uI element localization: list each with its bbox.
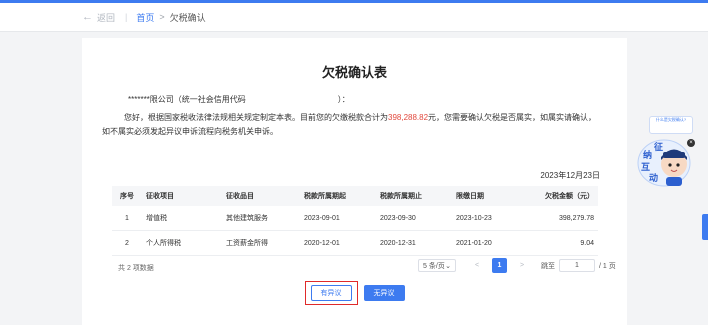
no-dispute-button[interactable]: 无异议 <box>363 285 405 301</box>
greeting-line: *******限公司（统一社会信用代码 ）： <box>128 94 350 105</box>
notice-text-before: 您好，根据国家税收法律法规相关规定制定本表。目前您的欠缴税款合计为 <box>124 113 388 122</box>
mascot-text-char: 征 <box>654 141 663 152</box>
back-label: 返回 <box>97 12 116 23</box>
breadcrumb: ← 返回 | 首页 > 欠税确认 <box>0 3 708 32</box>
chat-bubble[interactable]: 什么是欠税确认? <box>649 116 693 134</box>
jump-label: 跳至 <box>541 262 555 270</box>
breadcrumb-divider: | <box>125 12 128 22</box>
current-page-button[interactable]: 1 <box>492 258 507 273</box>
breadcrumb-home-link[interactable]: 首页 <box>136 11 154 24</box>
total-owed-amount: 398,288.82 <box>388 113 429 122</box>
cell-period-end: 2020-12-31 <box>376 230 452 256</box>
breadcrumb-separator: > <box>159 12 165 22</box>
confirmation-card: 欠税确认表 *******限公司（统一社会信用代码 ）： 您好，根据国家税收法律法… <box>82 38 627 325</box>
table-row: 1 增值税 其他建筑服务 2023-09-01 2023-09-30 2023-… <box>112 206 598 231</box>
prev-page-button[interactable]: < <box>470 262 484 269</box>
next-page-button[interactable]: > <box>515 262 529 269</box>
mascot-close-icon[interactable]: × <box>687 139 695 147</box>
total-count: 共 2 项数据 <box>118 265 154 272</box>
cell-due-date: 2023-10-23 <box>452 206 524 231</box>
chevron-down-icon: ⌄ <box>445 262 451 270</box>
col-header: 税款所属期止 <box>376 186 452 206</box>
notice-paragraph: 您好，根据国家税收法律法规相关规定制定本表。目前您的欠缴税款合计为398,288… <box>102 111 602 139</box>
cell-amount: 398,279.78 <box>524 206 598 231</box>
page-jumper: 跳至 1 / 1 页 <box>541 259 616 272</box>
back-arrow-icon: ← <box>82 11 93 23</box>
cell-levy-category: 工资薪金所得 <box>222 230 300 256</box>
col-header: 限缴日期 <box>452 186 524 206</box>
table-row: 2 个人所得税 工资薪金所得 2020-12-01 2020-12-31 202… <box>112 230 598 256</box>
col-header: 征收项目 <box>142 186 222 206</box>
cell-amount: 9.04 <box>524 230 598 256</box>
greeting-close: ）： <box>337 95 350 104</box>
page-size-value: 5 条/页 <box>423 262 445 270</box>
chat-bubble-text: 什么是欠税确认? <box>655 117 687 122</box>
cell-due-date: 2021-01-20 <box>452 230 524 256</box>
side-edge-tab[interactable] <box>702 214 708 240</box>
breadcrumb-current: 欠税确认 <box>169 12 206 23</box>
highlight-box: 有异议 <box>304 281 358 305</box>
mascot-text-char: 动 <box>649 173 658 183</box>
back-button[interactable]: ← 返回 <box>82 11 115 24</box>
col-header: 征收品目 <box>222 186 300 206</box>
greeting-company: *******限公司（统一社会信用代码 <box>128 95 246 104</box>
mascot-text-char: 互 <box>641 162 650 172</box>
action-bar: 有异议 无异议 <box>82 281 627 305</box>
dispute-button[interactable]: 有异议 <box>310 285 352 301</box>
cell-levy-item: 个人所得税 <box>142 230 222 256</box>
cell-index: 1 <box>112 206 142 231</box>
table-header-row: 序号 征收项目 征收品目 税款所属期起 税款所属期止 限缴日期 欠税金额（元） <box>112 186 598 206</box>
mascot-text-char: 纳 <box>643 149 652 160</box>
col-header: 欠税金额（元） <box>524 186 598 206</box>
cell-levy-item: 增值税 <box>142 206 222 231</box>
cell-period-end: 2023-09-30 <box>376 206 452 231</box>
cell-levy-category: 其他建筑服务 <box>222 206 300 231</box>
col-header: 税款所属期起 <box>300 186 376 206</box>
page-title: 欠税确认表 <box>321 65 387 80</box>
tax-arrears-table: 序号 征收项目 征收品目 税款所属期起 税款所属期止 限缴日期 欠税金额（元） … <box>112 186 598 256</box>
pagination: 5 条/页 ⌄ < 1 > 跳至 1 / 1 页 <box>418 258 616 273</box>
cell-period-start: 2020-12-01 <box>300 230 376 256</box>
jump-page-input[interactable]: 1 <box>559 259 595 272</box>
cell-period-start: 2023-09-01 <box>300 206 376 231</box>
page-size-select[interactable]: 5 条/页 ⌄ <box>418 259 456 272</box>
assistant-mascot-icon[interactable]: 纳 征 互 动 <box>636 138 691 188</box>
document-date: 2023年12月23日 <box>540 171 600 180</box>
total-pages: / 1 页 <box>599 262 616 270</box>
cell-index: 2 <box>112 230 142 256</box>
col-header: 序号 <box>112 186 142 206</box>
